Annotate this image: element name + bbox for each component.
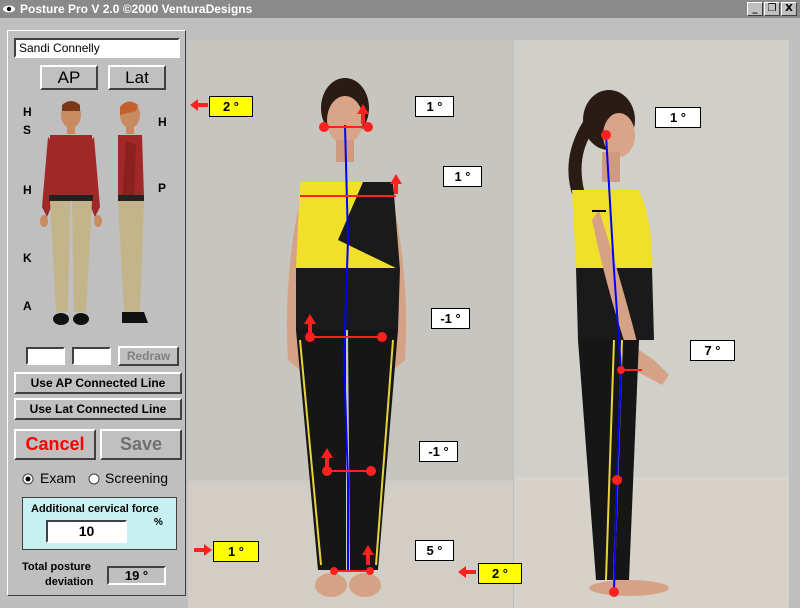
foot-left-arrow-icon [194,544,212,556]
marker-lat-pelvis: P [158,181,167,195]
marker-hip: H [23,183,32,197]
ap-knee-angle: -1 ° [419,441,458,462]
marker-head: H [23,105,32,119]
small-field-right[interactable] [72,347,111,365]
ap-view-button[interactable]: AP [40,65,98,90]
ap-head-angle: 1 ° [415,96,454,117]
save-button[interactable]: Save [100,429,182,460]
patient-name-field[interactable]: Sandi Connelly [14,38,180,58]
marker-lat-head: H [158,115,167,129]
patient-name-value: Sandi Connelly [19,41,100,55]
screening-radio-label: Screening [105,470,169,486]
ap-model-figure-icon [40,101,102,325]
cancel-button[interactable]: Cancel [14,429,96,460]
cervical-force-box: Additional cervical force 10 % [22,497,177,550]
marker-ankle: A [23,299,32,313]
restore-button[interactable]: ❐ [764,2,780,16]
close-button[interactable]: X [781,2,797,16]
use-lat-connected-line-button[interactable]: Use Lat Connected Line [14,398,182,420]
minimize-button[interactable]: _ [747,2,763,16]
exam-radio[interactable]: Exam [22,470,88,488]
exam-radio-label: Exam [40,470,76,486]
lat-foot-arrow-icon [458,566,476,578]
lat-foot-angle: 2 ° [478,563,522,584]
screening-radio[interactable]: Screening [88,470,184,488]
lat-hip-angle: 7 ° [690,340,735,361]
redraw-button[interactable]: Redraw [118,346,179,366]
cervical-force-label: Additional cervical force [31,503,159,515]
ap-ankle-angle: 5 ° [415,540,454,561]
cervical-force-unit: % [154,517,163,528]
app-eye-icon [3,5,15,13]
radio-unselected-icon [88,473,100,485]
ap-foot-angle: 1 ° [213,541,259,562]
ap-head-side-angle: 2 ° [209,96,253,117]
marker-shoulder: S [23,123,32,137]
lat-photo[interactable] [514,40,789,608]
head-side-arrow-icon [190,99,208,111]
small-field-left[interactable] [26,347,65,365]
control-panel: Sandi Connelly AP Lat H S H K A H P Redr… [7,30,186,596]
lat-view-button[interactable]: Lat [108,65,166,90]
use-ap-connected-line-button[interactable]: Use AP Connected Line [14,372,182,394]
lat-model-figure-icon [118,101,148,323]
ap-pelvis-angle: -1 ° [431,308,470,329]
title-bar: Posture Pro V 2.0 ©2000 VenturaDesigns _… [0,0,800,18]
marker-knee: K [23,251,32,265]
total-deviation-label-line1: Total posture [22,561,91,573]
ap-shoulder-angle: 1 ° [443,166,482,187]
total-deviation-value: 19 ° [107,566,166,585]
lat-photo-drawing [514,40,789,608]
total-deviation-label-line2: deviation [45,576,94,588]
cervical-force-input[interactable]: 10 [46,520,127,543]
lat-head-angle: 1 ° [655,107,701,128]
window-title: Posture Pro V 2.0 ©2000 VenturaDesigns [20,2,253,16]
client-area: 2 ° 1 ° 1 ° -1 ° -1 ° 5 ° 1 ° 1 ° 7 ° 2 … [0,18,800,608]
radio-selected-icon [22,473,34,485]
